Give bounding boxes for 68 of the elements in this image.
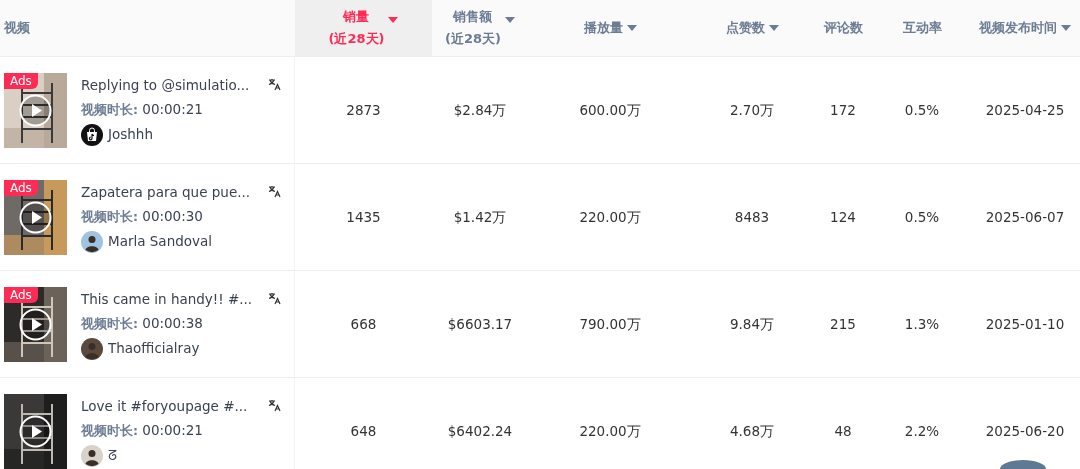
creator-name[interactable]: ᘔ [108,445,117,466]
comment-count: 124 [830,207,856,227]
publish-date: 2025-06-07 [985,207,1065,227]
sales-count: 668 [350,314,377,334]
video-title[interactable]: Love it #foryoupage #... [81,395,248,416]
comment-count: 48 [834,421,852,441]
publish-date: 2025-01-10 [985,314,1065,334]
column-header[interactable]: 评论数 [823,17,863,39]
ad-badge: Ads [4,179,38,196]
sales-count: 1435 [346,207,381,227]
revenue-value: $1.42万 [453,207,507,227]
revenue-value: $2.84万 [453,100,507,120]
view-count: 600.00万 [579,100,641,120]
publish-date: 2025-06-20 [985,421,1065,441]
play-icon[interactable] [19,93,52,127]
sort-icon[interactable] [505,17,515,23]
view-count: 790.00万 [579,314,641,334]
avatar-icon[interactable] [81,230,103,253]
ad-badge: Ads [4,72,38,89]
avatar-icon[interactable] [81,337,103,360]
column-header[interactable]: 视频发布时间 [979,17,1057,39]
sort-icon[interactable] [626,25,637,31]
ad-badge: Ads [4,286,38,303]
translate-icon[interactable] [268,292,281,306]
shop-bag-icon[interactable] [81,123,103,146]
column-header[interactable]: 点赞数 [725,17,765,39]
view-count: 220.00万 [579,421,641,441]
play-icon[interactable] [19,414,52,448]
play-icon[interactable] [19,200,52,234]
view-count: 220.00万 [579,207,641,227]
floating-button[interactable] [1000,460,1046,469]
column-header[interactable]: 互动率 [902,17,942,39]
engagement-rate: 2.2% [904,421,940,441]
column-header[interactable]: 销售额 (近28天) [445,6,501,50]
video-duration: 视频时长: 00:00:38 [81,313,204,333]
translate-icon[interactable] [268,185,281,199]
engagement-rate: 1.3% [904,314,940,334]
avatar-icon[interactable] [81,444,103,467]
video-duration: 视频时长: 00:00:21 [81,99,204,119]
publish-date: 2025-04-25 [985,100,1065,120]
creator-name[interactable]: Thaofficialray [108,338,200,359]
comment-count: 215 [830,314,856,334]
play-icon[interactable] [19,307,52,341]
video-duration: 视频时长: 00:00:21 [81,420,204,440]
revenue-value: $6402.24 [447,421,513,441]
like-count: 2.70万 [729,100,775,120]
creator-name[interactable]: Marla Sandoval [108,231,213,252]
translate-icon[interactable] [268,78,281,92]
video-duration: 视频时长: 00:00:30 [81,206,204,226]
like-count: 8483 [734,207,770,227]
revenue-value: $6603.17 [447,314,513,334]
sort-icon[interactable] [1061,25,1071,31]
sales-count: 648 [350,421,377,441]
creator-name[interactable]: Joshhh [108,124,153,145]
sort-icon[interactable] [388,17,399,23]
video-title[interactable]: This came in handy!! #... [81,288,253,309]
engagement-rate: 0.5% [904,100,940,120]
column-header[interactable]: 视频 [4,17,30,39]
engagement-rate: 0.5% [904,207,940,227]
comment-count: 172 [830,100,856,120]
video-title[interactable]: Zapatera para que pue... [81,181,251,202]
sort-icon[interactable] [768,25,779,31]
sales-count: 2873 [346,100,381,120]
like-count: 9.84万 [729,314,775,334]
column-header[interactable]: 播放量 [583,17,623,39]
video-title[interactable]: Replying to @simulatio... [81,74,250,95]
translate-icon[interactable] [268,399,281,413]
like-count: 4.68万 [729,421,775,441]
